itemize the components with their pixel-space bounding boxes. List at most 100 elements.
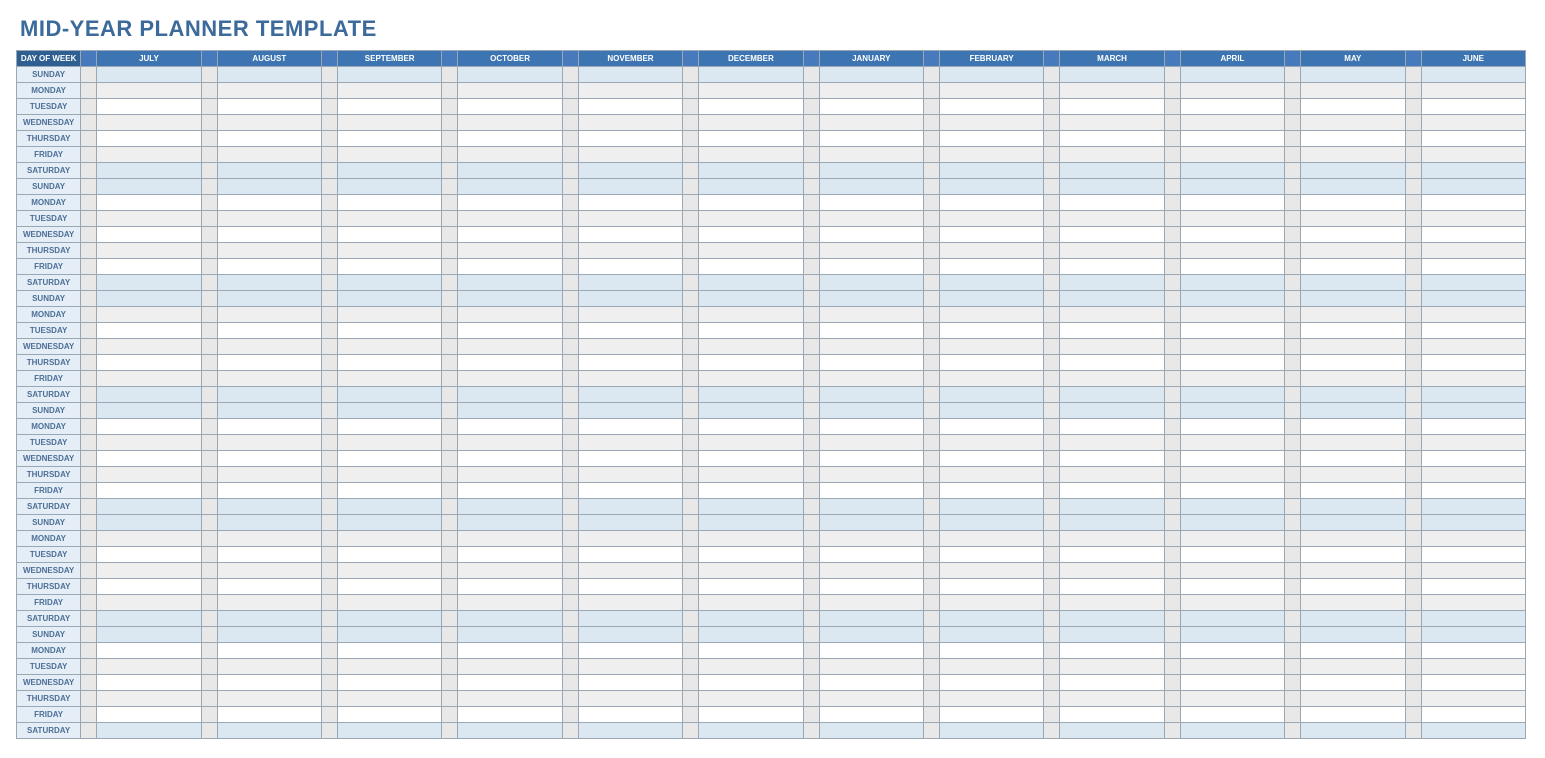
planner-cell[interactable] <box>939 211 1043 227</box>
planner-cell[interactable] <box>819 115 923 131</box>
planner-cell[interactable] <box>217 179 321 195</box>
planner-cell[interactable] <box>97 131 201 147</box>
planner-cell[interactable] <box>1060 659 1164 675</box>
planner-cell[interactable] <box>1301 659 1405 675</box>
planner-cell[interactable] <box>338 323 442 339</box>
planner-cell[interactable] <box>1180 675 1284 691</box>
planner-cell[interactable] <box>217 259 321 275</box>
planner-cell[interactable] <box>1421 419 1525 435</box>
planner-cell[interactable] <box>578 243 682 259</box>
planner-cell[interactable] <box>819 195 923 211</box>
planner-cell[interactable] <box>217 643 321 659</box>
planner-cell[interactable] <box>1421 67 1525 83</box>
planner-cell[interactable] <box>97 515 201 531</box>
planner-cell[interactable] <box>338 211 442 227</box>
planner-cell[interactable] <box>97 579 201 595</box>
planner-cell[interactable] <box>97 467 201 483</box>
planner-cell[interactable] <box>1060 355 1164 371</box>
planner-cell[interactable] <box>939 451 1043 467</box>
planner-cell[interactable] <box>217 323 321 339</box>
planner-cell[interactable] <box>97 275 201 291</box>
planner-cell[interactable] <box>699 227 803 243</box>
planner-cell[interactable] <box>338 627 442 643</box>
planner-cell[interactable] <box>1421 643 1525 659</box>
planner-cell[interactable] <box>1180 387 1284 403</box>
planner-cell[interactable] <box>1301 707 1405 723</box>
planner-cell[interactable] <box>1421 707 1525 723</box>
planner-cell[interactable] <box>1060 99 1164 115</box>
planner-cell[interactable] <box>939 611 1043 627</box>
planner-cell[interactable] <box>699 179 803 195</box>
planner-cell[interactable] <box>1421 179 1525 195</box>
planner-cell[interactable] <box>1180 643 1284 659</box>
planner-cell[interactable] <box>819 723 923 739</box>
planner-cell[interactable] <box>819 403 923 419</box>
planner-cell[interactable] <box>458 99 562 115</box>
planner-cell[interactable] <box>97 675 201 691</box>
planner-cell[interactable] <box>1421 595 1525 611</box>
planner-cell[interactable] <box>97 643 201 659</box>
planner-cell[interactable] <box>217 147 321 163</box>
planner-cell[interactable] <box>458 307 562 323</box>
planner-cell[interactable] <box>578 531 682 547</box>
planner-cell[interactable] <box>939 291 1043 307</box>
planner-cell[interactable] <box>699 611 803 627</box>
planner-cell[interactable] <box>1060 707 1164 723</box>
planner-cell[interactable] <box>699 243 803 259</box>
planner-cell[interactable] <box>97 355 201 371</box>
planner-cell[interactable] <box>97 179 201 195</box>
planner-cell[interactable] <box>578 115 682 131</box>
planner-cell[interactable] <box>1301 403 1405 419</box>
planner-cell[interactable] <box>217 99 321 115</box>
planner-cell[interactable] <box>217 211 321 227</box>
planner-cell[interactable] <box>1180 323 1284 339</box>
planner-cell[interactable] <box>1301 323 1405 339</box>
planner-cell[interactable] <box>1180 179 1284 195</box>
planner-cell[interactable] <box>458 595 562 611</box>
planner-cell[interactable] <box>97 163 201 179</box>
planner-cell[interactable] <box>699 579 803 595</box>
planner-cell[interactable] <box>458 659 562 675</box>
planner-cell[interactable] <box>819 259 923 275</box>
planner-cell[interactable] <box>338 131 442 147</box>
planner-cell[interactable] <box>699 147 803 163</box>
planner-cell[interactable] <box>1060 563 1164 579</box>
planner-cell[interactable] <box>939 339 1043 355</box>
planner-cell[interactable] <box>819 83 923 99</box>
planner-cell[interactable] <box>97 611 201 627</box>
planner-cell[interactable] <box>1421 499 1525 515</box>
planner-cell[interactable] <box>458 707 562 723</box>
planner-cell[interactable] <box>1421 115 1525 131</box>
planner-cell[interactable] <box>1421 259 1525 275</box>
planner-cell[interactable] <box>699 643 803 659</box>
planner-cell[interactable] <box>97 403 201 419</box>
planner-cell[interactable] <box>1060 627 1164 643</box>
planner-cell[interactable] <box>699 211 803 227</box>
planner-cell[interactable] <box>1421 371 1525 387</box>
planner-cell[interactable] <box>1301 211 1405 227</box>
planner-cell[interactable] <box>458 371 562 387</box>
planner-cell[interactable] <box>97 83 201 99</box>
planner-cell[interactable] <box>458 611 562 627</box>
planner-cell[interactable] <box>1060 467 1164 483</box>
planner-cell[interactable] <box>338 67 442 83</box>
planner-cell[interactable] <box>1301 531 1405 547</box>
planner-cell[interactable] <box>819 339 923 355</box>
planner-cell[interactable] <box>819 691 923 707</box>
planner-cell[interactable] <box>338 339 442 355</box>
planner-cell[interactable] <box>578 291 682 307</box>
planner-cell[interactable] <box>699 451 803 467</box>
planner-cell[interactable] <box>217 451 321 467</box>
planner-cell[interactable] <box>819 675 923 691</box>
planner-cell[interactable] <box>939 67 1043 83</box>
planner-cell[interactable] <box>217 115 321 131</box>
planner-cell[interactable] <box>217 131 321 147</box>
planner-cell[interactable] <box>578 627 682 643</box>
planner-cell[interactable] <box>1060 387 1164 403</box>
planner-cell[interactable] <box>699 723 803 739</box>
planner-cell[interactable] <box>578 275 682 291</box>
planner-cell[interactable] <box>578 163 682 179</box>
planner-cell[interactable] <box>578 355 682 371</box>
planner-cell[interactable] <box>939 563 1043 579</box>
planner-cell[interactable] <box>1301 675 1405 691</box>
